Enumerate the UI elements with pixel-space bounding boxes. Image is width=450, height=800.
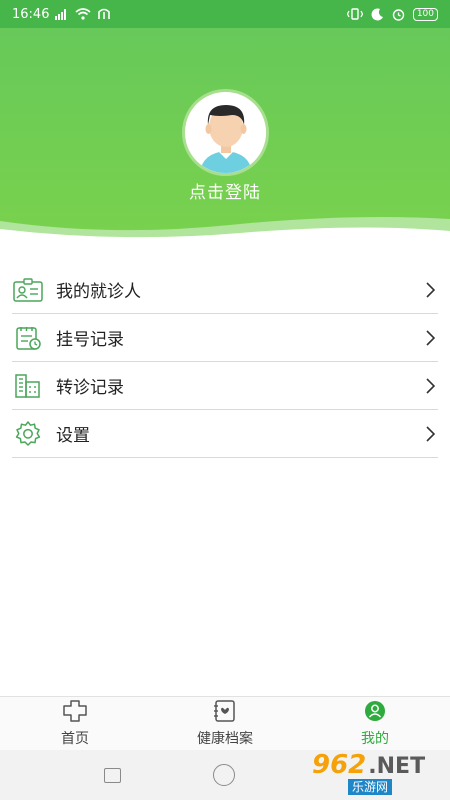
vibrate-icon xyxy=(346,8,363,20)
menu-item-label: 挂号记录 xyxy=(56,330,124,350)
tab-mine[interactable]: 我的 xyxy=(300,697,450,750)
menu-item-label: 我的就诊人 xyxy=(56,282,141,302)
tab-label: 首页 xyxy=(61,730,89,747)
wifi-icon xyxy=(75,8,91,20)
status-left: 16:46 xyxy=(12,7,111,22)
bottom-tab-bar: 首页 健康档案 我的 xyxy=(0,696,450,750)
recent-apps-button[interactable] xyxy=(103,767,121,783)
battery-indicator: 100 xyxy=(412,7,438,21)
building-icon xyxy=(12,372,44,400)
chevron-right-icon xyxy=(422,280,438,300)
tab-home[interactable]: 首页 xyxy=(0,697,150,750)
menu-item-my-patients[interactable]: 我的就诊人 xyxy=(12,266,438,314)
menu-item-label: 设置 xyxy=(56,426,90,446)
header-wave xyxy=(0,217,450,243)
gear-icon xyxy=(12,420,44,448)
tab-label: 我的 xyxy=(361,730,389,747)
signal-icon xyxy=(55,8,69,20)
login-link[interactable]: 点击登陆 xyxy=(0,178,450,203)
chevron-right-icon xyxy=(422,424,438,444)
tab-health-records[interactable]: 健康档案 xyxy=(150,697,300,750)
home-cross-icon xyxy=(62,699,88,726)
tab-label: 健康档案 xyxy=(197,730,253,747)
watermark-title: 962 .NET xyxy=(312,750,446,780)
watermark-subtitle: 乐游网 xyxy=(348,779,393,795)
status-bar: 16:46 100 xyxy=(0,0,450,28)
watermark-number: 962 xyxy=(312,750,367,780)
chevron-right-icon xyxy=(422,376,438,396)
alarm-icon xyxy=(392,8,405,21)
patient-card-icon xyxy=(12,276,44,304)
status-time: 16:46 xyxy=(12,6,50,22)
health-record-icon xyxy=(213,699,237,726)
menu-item-label: 转诊记录 xyxy=(56,378,124,398)
watermark-suffix: .NET xyxy=(368,754,426,779)
menu-item-referral-records[interactable]: 转诊记录 xyxy=(12,362,438,410)
status-right: 100 xyxy=(346,7,438,21)
registration-record-icon xyxy=(12,324,44,352)
watermark-logo: 962 .NET 乐游网 xyxy=(312,752,446,796)
moon-icon xyxy=(371,7,384,21)
hd-icon xyxy=(97,8,111,20)
profile-icon xyxy=(364,700,386,726)
chevron-right-icon xyxy=(422,328,438,348)
user-avatar-icon xyxy=(185,92,266,173)
home-button[interactable] xyxy=(212,764,235,786)
menu-list: 我的就诊人 挂号记录 转诊记录 设置 xyxy=(12,266,438,458)
avatar[interactable] xyxy=(182,89,269,176)
menu-item-settings[interactable]: 设置 xyxy=(12,410,438,458)
menu-item-registration-records[interactable]: 挂号记录 xyxy=(12,314,438,362)
profile-header: 点击登陆 xyxy=(0,28,450,243)
